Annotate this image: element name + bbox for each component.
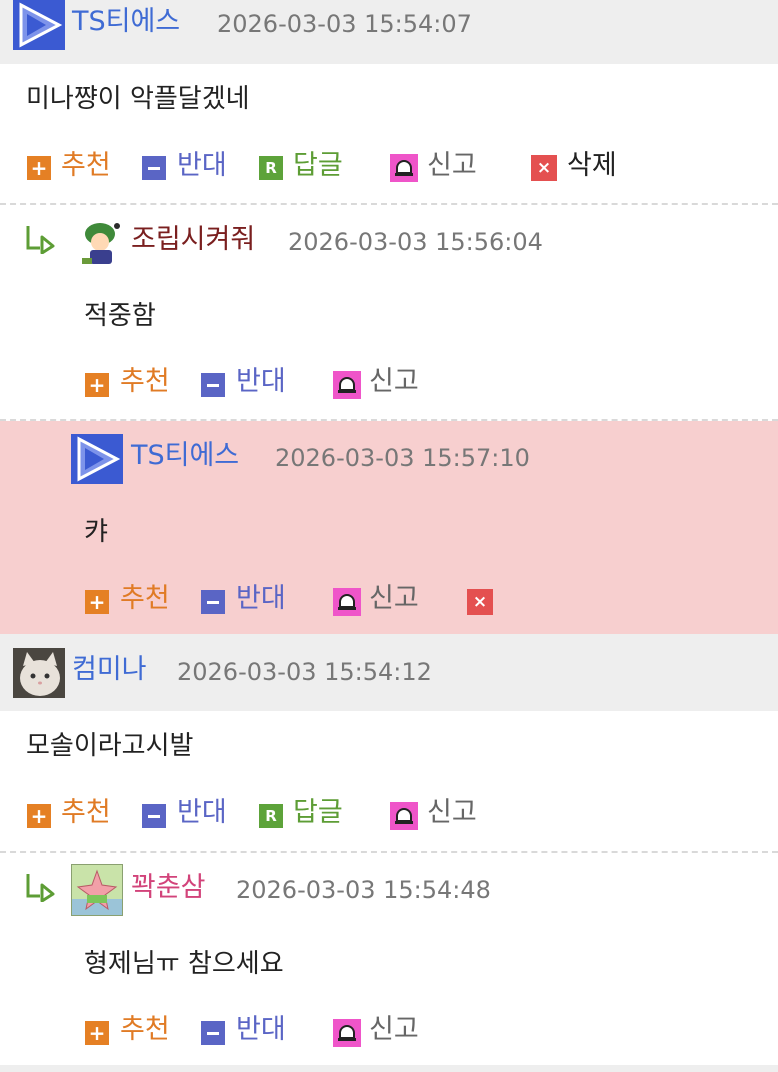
- downvote-icon[interactable]: [142, 156, 166, 180]
- delete-icon[interactable]: ×: [467, 589, 493, 615]
- reply-text: 적중함: [84, 301, 156, 331]
- reply-author[interactable]: 꽉춘삼: [131, 872, 206, 904]
- downvote-icon[interactable]: [201, 1021, 225, 1045]
- siren-icon[interactable]: [390, 802, 418, 830]
- play-triangle-icon: [77, 436, 121, 482]
- reply-author[interactable]: 조립시켜줘: [131, 224, 255, 256]
- reply-timestamp: 2026-03-03 15:56:04: [288, 228, 543, 256]
- plus-glyph: +: [88, 1021, 106, 1045]
- delete-glyph: ×: [472, 591, 488, 612]
- upvote-button[interactable]: 추천: [120, 366, 170, 398]
- reply-icon[interactable]: R: [259, 156, 283, 180]
- downvote-icon[interactable]: [142, 804, 166, 828]
- downvote-button[interactable]: 반대: [236, 366, 286, 398]
- upvote-button[interactable]: 추천: [120, 1014, 170, 1046]
- reply-button[interactable]: 답글: [293, 797, 343, 829]
- siren-icon[interactable]: [333, 371, 361, 399]
- bottom-bar: [0, 1065, 778, 1072]
- reply-arrow-icon: [26, 874, 55, 902]
- downvote-icon[interactable]: [201, 590, 225, 614]
- reply-icon[interactable]: R: [259, 804, 283, 828]
- cartoon-starfish-icon: [72, 865, 122, 915]
- comment-timestamp: 2026-03-03 15:54:07: [217, 10, 472, 38]
- comment-text: 모솔이라고시발: [26, 731, 194, 761]
- play-triangle-icon: [19, 2, 63, 48]
- downvote-button[interactable]: 반대: [177, 797, 227, 829]
- downvote-button[interactable]: 반대: [236, 1014, 286, 1046]
- upvote-icon[interactable]: +: [85, 590, 109, 614]
- upvote-button[interactable]: 추천: [61, 797, 111, 829]
- delete-glyph: ×: [536, 157, 552, 178]
- comment-author[interactable]: TS티에스: [72, 6, 180, 38]
- upvote-icon[interactable]: +: [27, 804, 51, 828]
- downvote-button[interactable]: 반대: [177, 150, 227, 182]
- comment-text: 미나쨩이 악플달겠네: [26, 84, 250, 114]
- reply-text: 형제님ㅠ 참으세요: [84, 949, 284, 979]
- delete-button[interactable]: 삭제: [567, 150, 617, 182]
- avatar[interactable]: [13, 0, 65, 50]
- reply-timestamp: 2026-03-03 15:57:10: [275, 444, 530, 472]
- report-button[interactable]: 신고: [369, 1014, 419, 1046]
- avatar[interactable]: [80, 220, 124, 266]
- reply-glyph: R: [265, 806, 277, 825]
- report-button[interactable]: 신고: [369, 583, 419, 615]
- upvote-icon[interactable]: +: [85, 1021, 109, 1045]
- reply-author[interactable]: TS티에스: [131, 440, 239, 472]
- upvote-icon[interactable]: +: [27, 156, 51, 180]
- siren-icon[interactable]: [333, 588, 361, 616]
- report-button[interactable]: 신고: [427, 797, 477, 829]
- plus-glyph: +: [30, 156, 48, 180]
- siren-icon[interactable]: [333, 1019, 361, 1047]
- reply-button[interactable]: 답글: [293, 150, 343, 182]
- avatar[interactable]: [13, 648, 65, 698]
- upvote-button[interactable]: 추천: [61, 150, 111, 182]
- plus-glyph: +: [88, 590, 106, 614]
- plus-glyph: +: [88, 373, 106, 397]
- siren-icon[interactable]: [390, 154, 418, 182]
- plus-glyph: +: [30, 804, 48, 828]
- avatar[interactable]: [71, 864, 123, 916]
- reply-arrow-icon: [26, 226, 55, 254]
- downvote-icon[interactable]: [201, 373, 225, 397]
- downvote-button[interactable]: 반대: [236, 583, 286, 615]
- comment-timestamp: 2026-03-03 15:54:12: [177, 658, 432, 686]
- upvote-button[interactable]: 추천: [120, 583, 170, 615]
- reply-timestamp: 2026-03-03 15:54:48: [236, 876, 491, 904]
- cat-photo-icon: [13, 648, 65, 698]
- avatar[interactable]: [71, 434, 123, 484]
- reply-divider: [0, 203, 778, 205]
- report-button[interactable]: 신고: [427, 150, 477, 182]
- reply-divider: [0, 851, 778, 853]
- delete-icon[interactable]: ×: [531, 155, 557, 181]
- reply-text: 캬: [84, 517, 108, 547]
- character-avatar-icon: [82, 223, 120, 264]
- comment-author[interactable]: 컴미나: [72, 654, 147, 686]
- report-button[interactable]: 신고: [369, 366, 419, 398]
- upvote-icon[interactable]: +: [85, 373, 109, 397]
- reply-glyph: R: [265, 158, 277, 177]
